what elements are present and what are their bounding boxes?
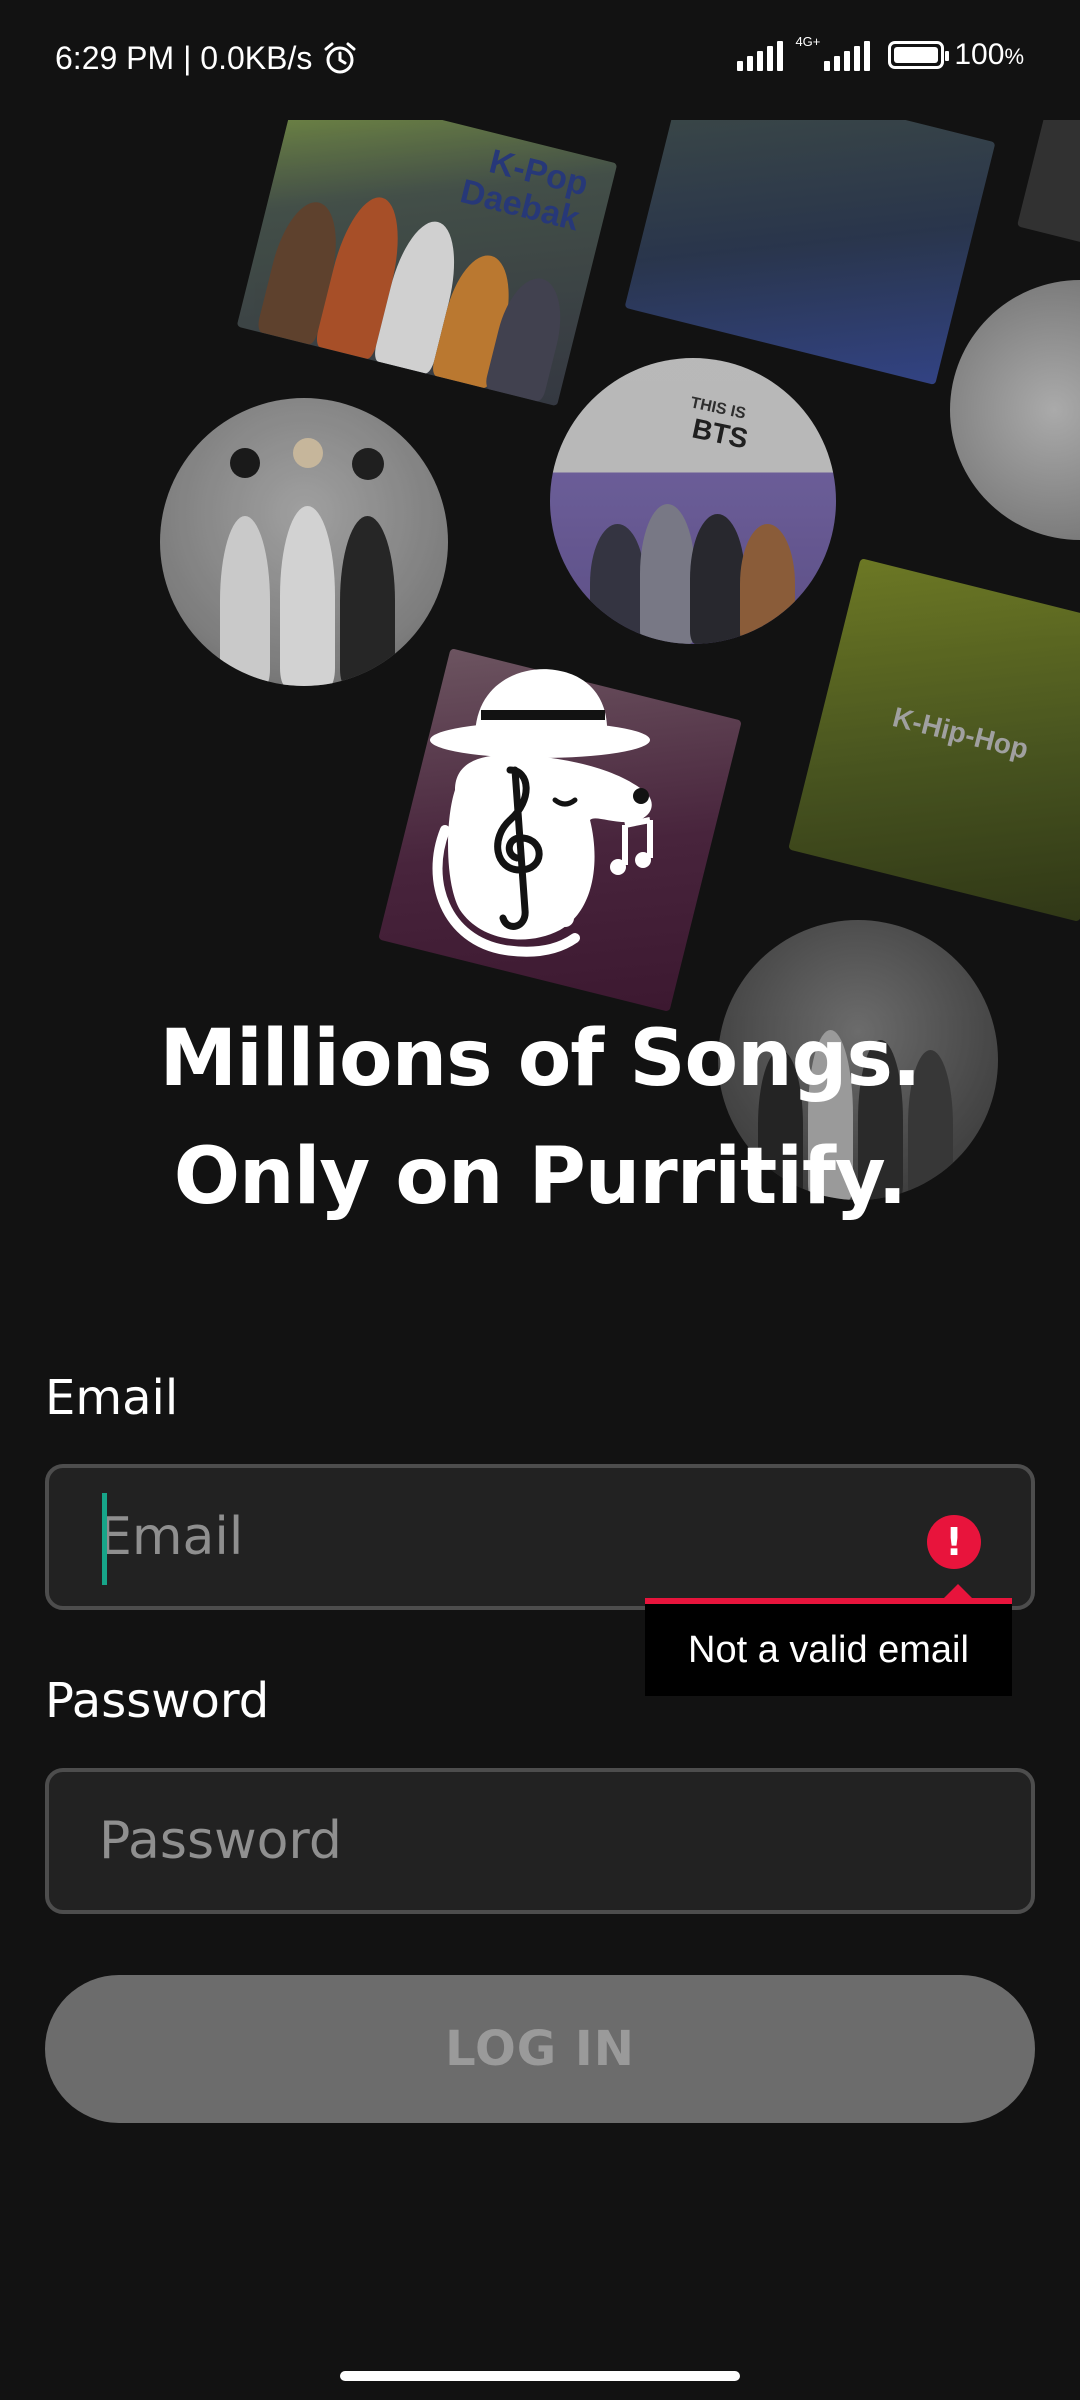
email-input[interactable] — [99, 1468, 919, 1606]
signal-icon-secondary — [824, 39, 871, 71]
playlist-cover-kpop-daebak: K-Pop Daebak — [236, 120, 618, 407]
status-bar: 6:29 PM | 0.0KB/s 4G+ 100% — [0, 0, 1080, 120]
email-error-message: Not a valid email — [645, 1604, 1012, 1696]
headline-line-1: Millions of Songs. — [159, 1014, 921, 1104]
home-indicator[interactable] — [340, 2371, 740, 2381]
playlist-cover-k-hip-hop: K-Hip-Hop — [788, 558, 1080, 922]
battery-level: 100% — [954, 38, 1024, 71]
status-left: 6:29 PM | 0.0KB/s — [55, 40, 358, 77]
alarm-icon — [322, 41, 358, 77]
email-error-tooltip: Not a valid email — [645, 1584, 1012, 1696]
password-label: Password — [45, 1673, 270, 1729]
playlist-cover-edge-circle — [950, 280, 1080, 540]
battery-icon — [888, 41, 950, 69]
hero-collage: K-Pop Daebak THIS IS BTS K-Hip-Hop Milli… — [0, 120, 1080, 1270]
headline: Millions of Songs. Only on Purritify. — [0, 1000, 1080, 1236]
error-icon[interactable]: ! — [927, 1515, 981, 1569]
k-hip-hop-title: K-Hip-Hop — [889, 701, 1032, 765]
text-caret — [102, 1493, 107, 1585]
email-field-container: ! — [45, 1464, 1035, 1610]
headline-line-2: Only on Purritify. — [173, 1132, 907, 1222]
network-type: 4G+ — [795, 33, 821, 49]
error-indicator-bar — [645, 1584, 1012, 1604]
signal-icon — [737, 39, 784, 71]
password-input[interactable] — [99, 1772, 919, 1910]
status-right: 4G+ 100% — [737, 34, 1024, 72]
kpop-daebak-title: K-Pop Daebak — [456, 142, 592, 239]
password-field-container — [45, 1768, 1035, 1914]
playlist-cover-edge-top — [1016, 120, 1080, 251]
status-time: 6:29 PM | 0.0KB/s — [55, 40, 313, 76]
email-label: Email — [45, 1370, 179, 1426]
playlist-cover-dark-blue — [624, 120, 996, 385]
purritify-logo — [415, 660, 685, 960]
playlist-cover-girl-group — [160, 398, 448, 686]
login-screen: 6:29 PM | 0.0KB/s 4G+ 100% K-Pop Daebak … — [0, 0, 1080, 2400]
playlist-cover-this-is-bts: THIS IS BTS — [550, 358, 836, 644]
login-button[interactable]: LOG IN — [45, 1975, 1035, 2123]
